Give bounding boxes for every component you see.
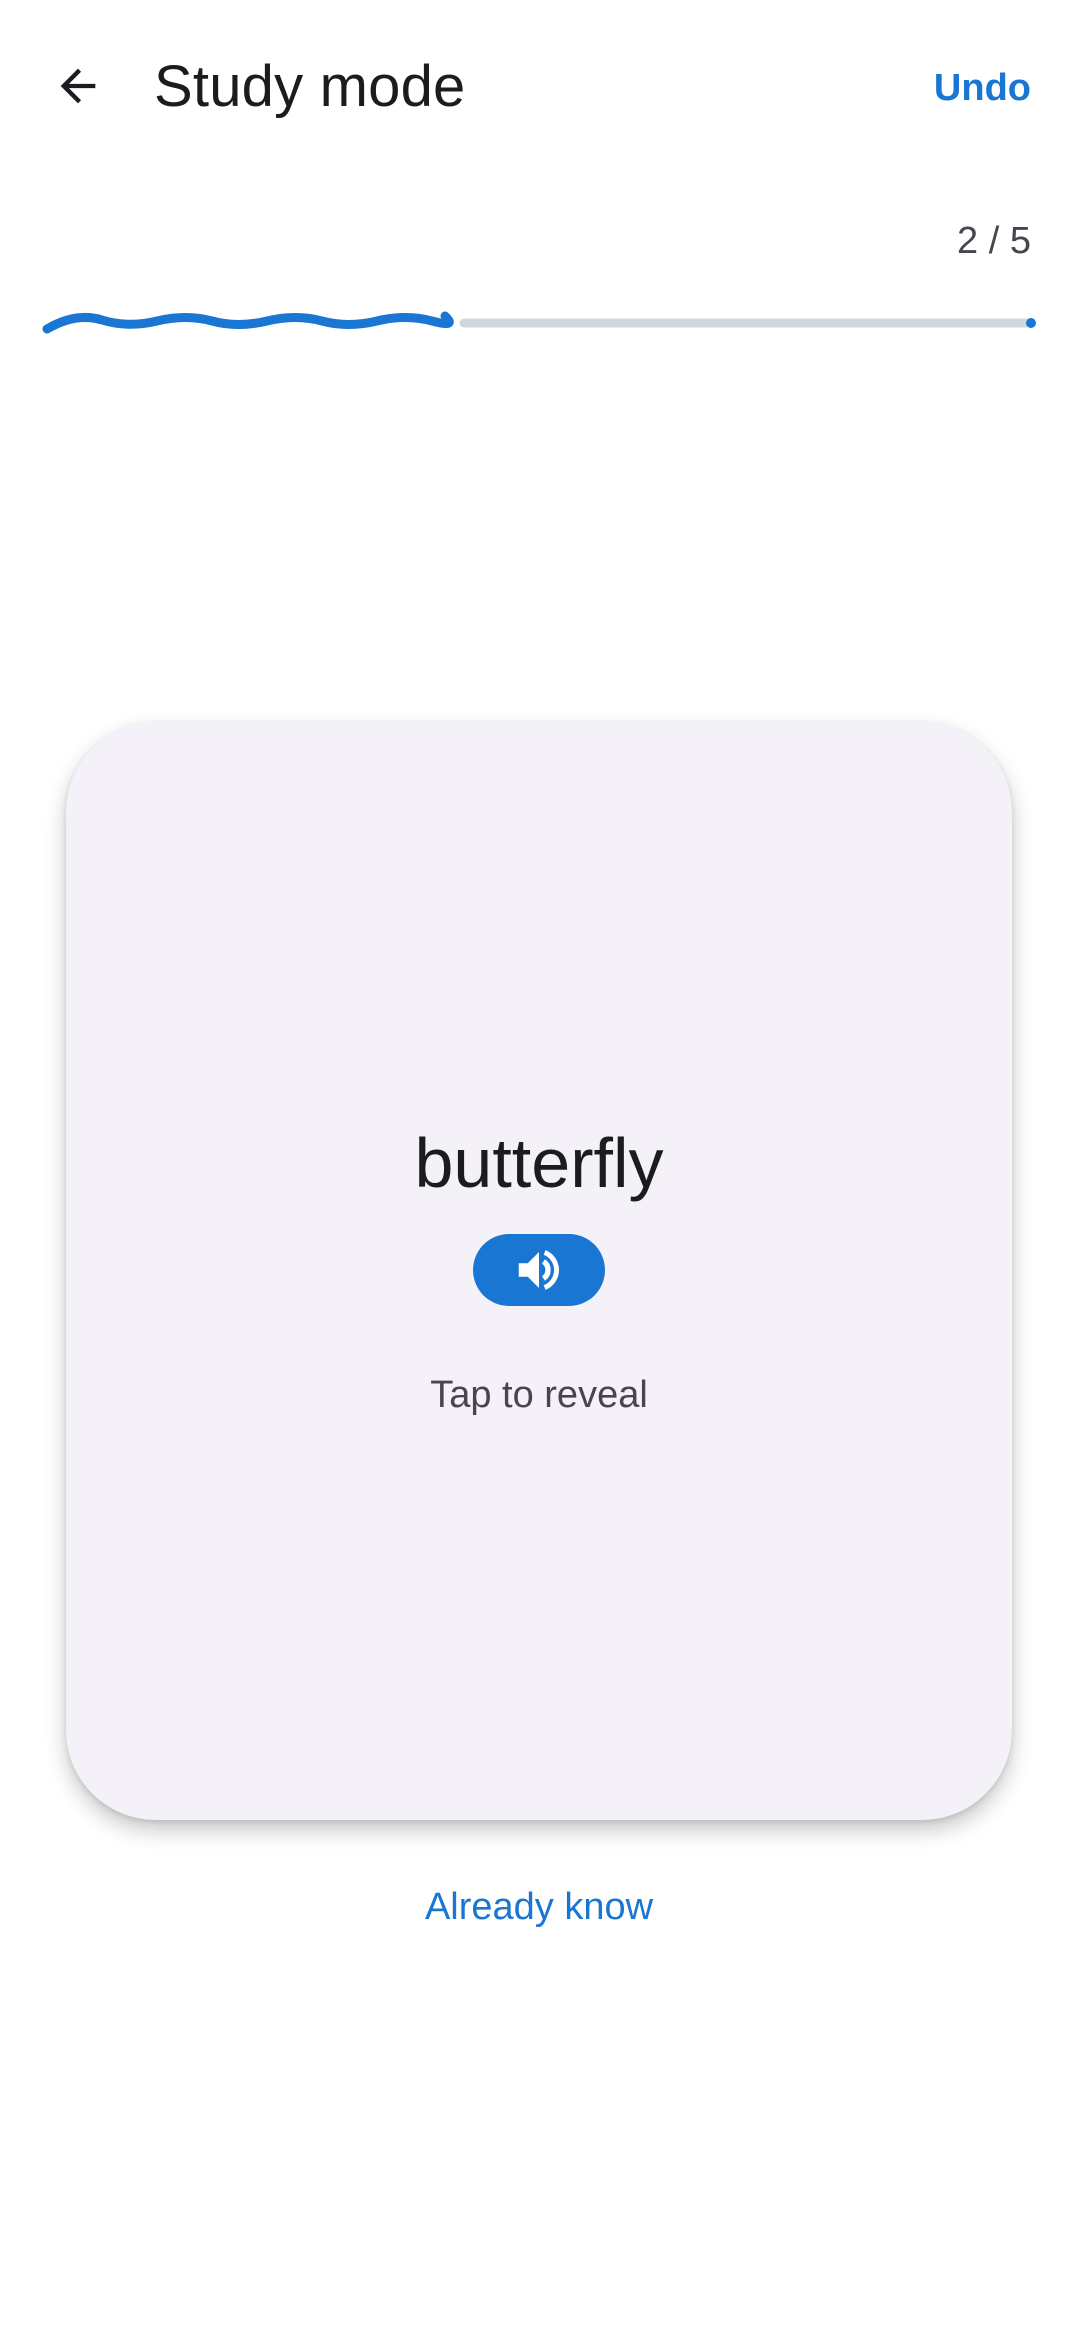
tap-to-reveal-hint: Tap to reveal xyxy=(430,1374,648,1416)
back-button[interactable] xyxy=(36,44,120,128)
already-know-button-row: Already know xyxy=(0,1874,1078,1940)
page-title: Study mode xyxy=(154,54,466,119)
progress-end-dot xyxy=(1026,318,1036,328)
already-know-button[interactable]: Already know xyxy=(405,1874,673,1940)
flashcard-word: butterfly xyxy=(414,1124,664,1202)
speaker-icon xyxy=(518,1250,559,1290)
progress-counter: 2 / 5 xyxy=(957,220,1031,262)
arrow-back-icon xyxy=(60,68,96,104)
undo-button[interactable]: Undo xyxy=(934,60,1031,116)
play-audio-button[interactable] xyxy=(473,1234,605,1306)
top-app-bar: Study mode Undo xyxy=(0,0,1078,176)
progress-indicator xyxy=(42,311,1036,334)
progress-wave xyxy=(42,311,454,334)
